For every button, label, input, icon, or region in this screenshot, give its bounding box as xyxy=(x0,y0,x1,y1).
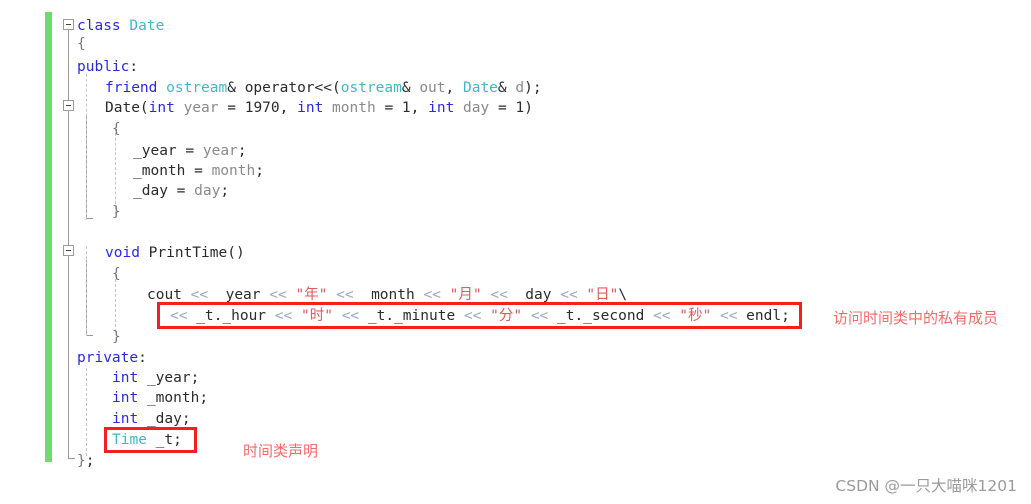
fold-printtime-icon[interactable] xyxy=(63,245,74,256)
code-line-1[interactable]: class Date xyxy=(77,17,164,35)
fold-bracket-class xyxy=(68,22,69,459)
code-line-3[interactable]: public: xyxy=(77,58,138,76)
fold-bracket-ctor-end xyxy=(86,218,93,219)
code-line-8[interactable]: _month = month; xyxy=(133,162,264,180)
code-line-13[interactable]: { xyxy=(112,265,121,283)
code-line-5[interactable]: Date(int year = 1970, int month = 1, int… xyxy=(105,99,533,117)
code-line-7[interactable]: _year = year; xyxy=(133,142,247,160)
code-line-18[interactable]: int _year; xyxy=(112,369,199,387)
annotation-time-declaration: 时间类声明 xyxy=(243,442,319,460)
code-line-2[interactable]: { xyxy=(77,35,86,53)
code-line-9[interactable]: _day = day; xyxy=(133,182,229,200)
highlight-box-time-member xyxy=(104,427,197,453)
change-indicator-bar xyxy=(45,12,52,462)
indent-guide-1 xyxy=(86,74,87,220)
fold-bracket-class-end xyxy=(68,458,75,459)
code-line-16[interactable]: } xyxy=(112,328,121,346)
code-line-4[interactable]: friend ostream& operator<<(ostream& out,… xyxy=(105,79,542,97)
fold-bracket-printtime-end xyxy=(86,335,93,336)
code-line-20[interactable]: int _day; xyxy=(112,410,191,428)
indent-guide-4 xyxy=(115,128,116,214)
fold-class-date-icon[interactable] xyxy=(63,19,74,30)
code-editor[interactable]: class Date { public: friend ostream& ope… xyxy=(0,0,1031,504)
code-line-19[interactable]: int _month; xyxy=(112,389,208,407)
code-line-17[interactable]: private: xyxy=(77,349,147,367)
code-line-6[interactable]: { xyxy=(112,120,121,138)
annotation-private-access: 访问时间类中的私有成员 xyxy=(833,309,999,327)
code-line-12[interactable]: void PrintTime() xyxy=(105,244,245,262)
indent-guide-2 xyxy=(86,246,87,336)
highlight-box-stream-chain xyxy=(157,302,802,329)
csdn-watermark: CSDN @一只大喵咪1201 xyxy=(835,477,1017,495)
indent-guide-3 xyxy=(86,368,87,456)
code-line-22[interactable]: }; xyxy=(77,452,94,470)
fold-date-ctor-icon[interactable] xyxy=(63,100,74,111)
code-line-10[interactable]: } xyxy=(112,203,121,221)
